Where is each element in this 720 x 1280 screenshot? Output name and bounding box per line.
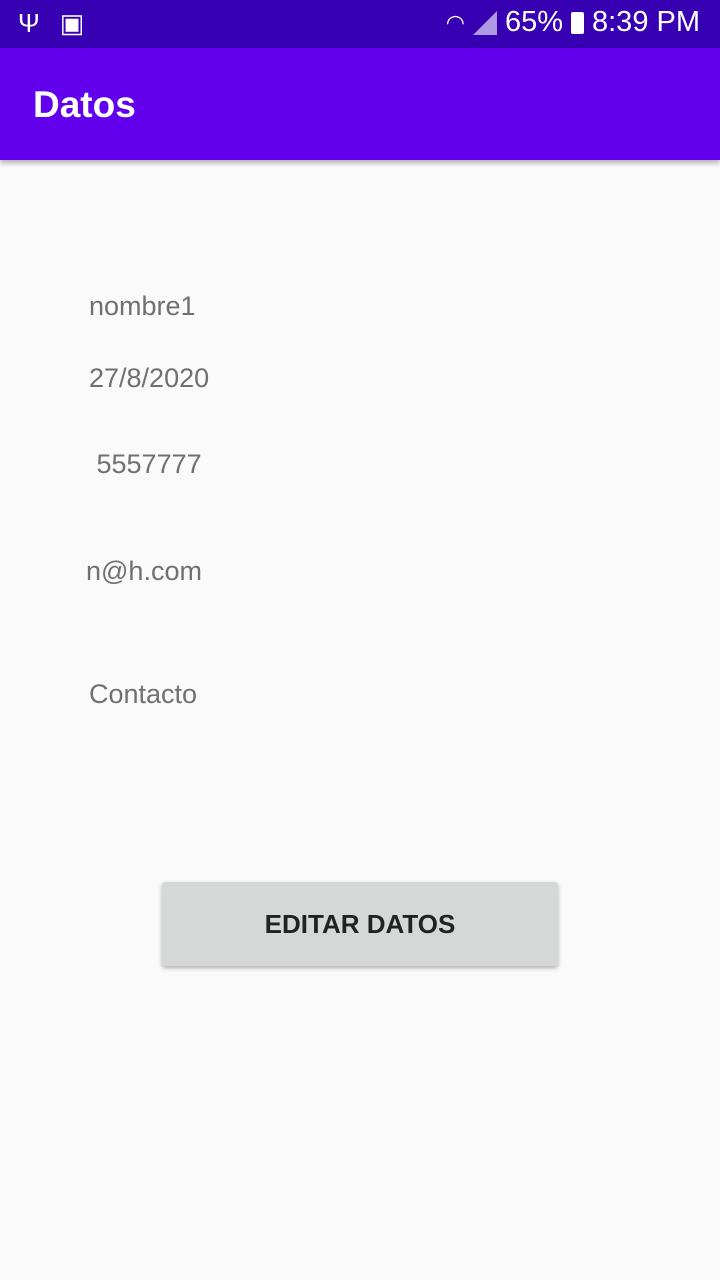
phone-text: 5557777 [89, 449, 202, 479]
date-text: 27/8/2020 [89, 363, 210, 393]
description-text: Contacto [89, 679, 198, 709]
name-text: nombre1 [89, 291, 196, 321]
battery-charging-icon [571, 11, 584, 34]
signal-icon [472, 10, 497, 35]
battery-percent: 65% [504, 6, 563, 38]
edit-data-button[interactable]: EDITAR DATOS [162, 882, 558, 966]
app-bar: Datos [0, 48, 720, 160]
wifi-icon: ◠ [445, 9, 465, 35]
clock: 8:39 PM [592, 6, 700, 38]
status-bar: Ψ ▣ ◠ 65% 8:39 PM [0, 0, 720, 48]
page-title: Datos [33, 84, 136, 125]
email-text: n@h.com [86, 556, 202, 586]
usb-icon: Ψ [18, 8, 40, 38]
image-icon: ▣ [59, 8, 85, 38]
